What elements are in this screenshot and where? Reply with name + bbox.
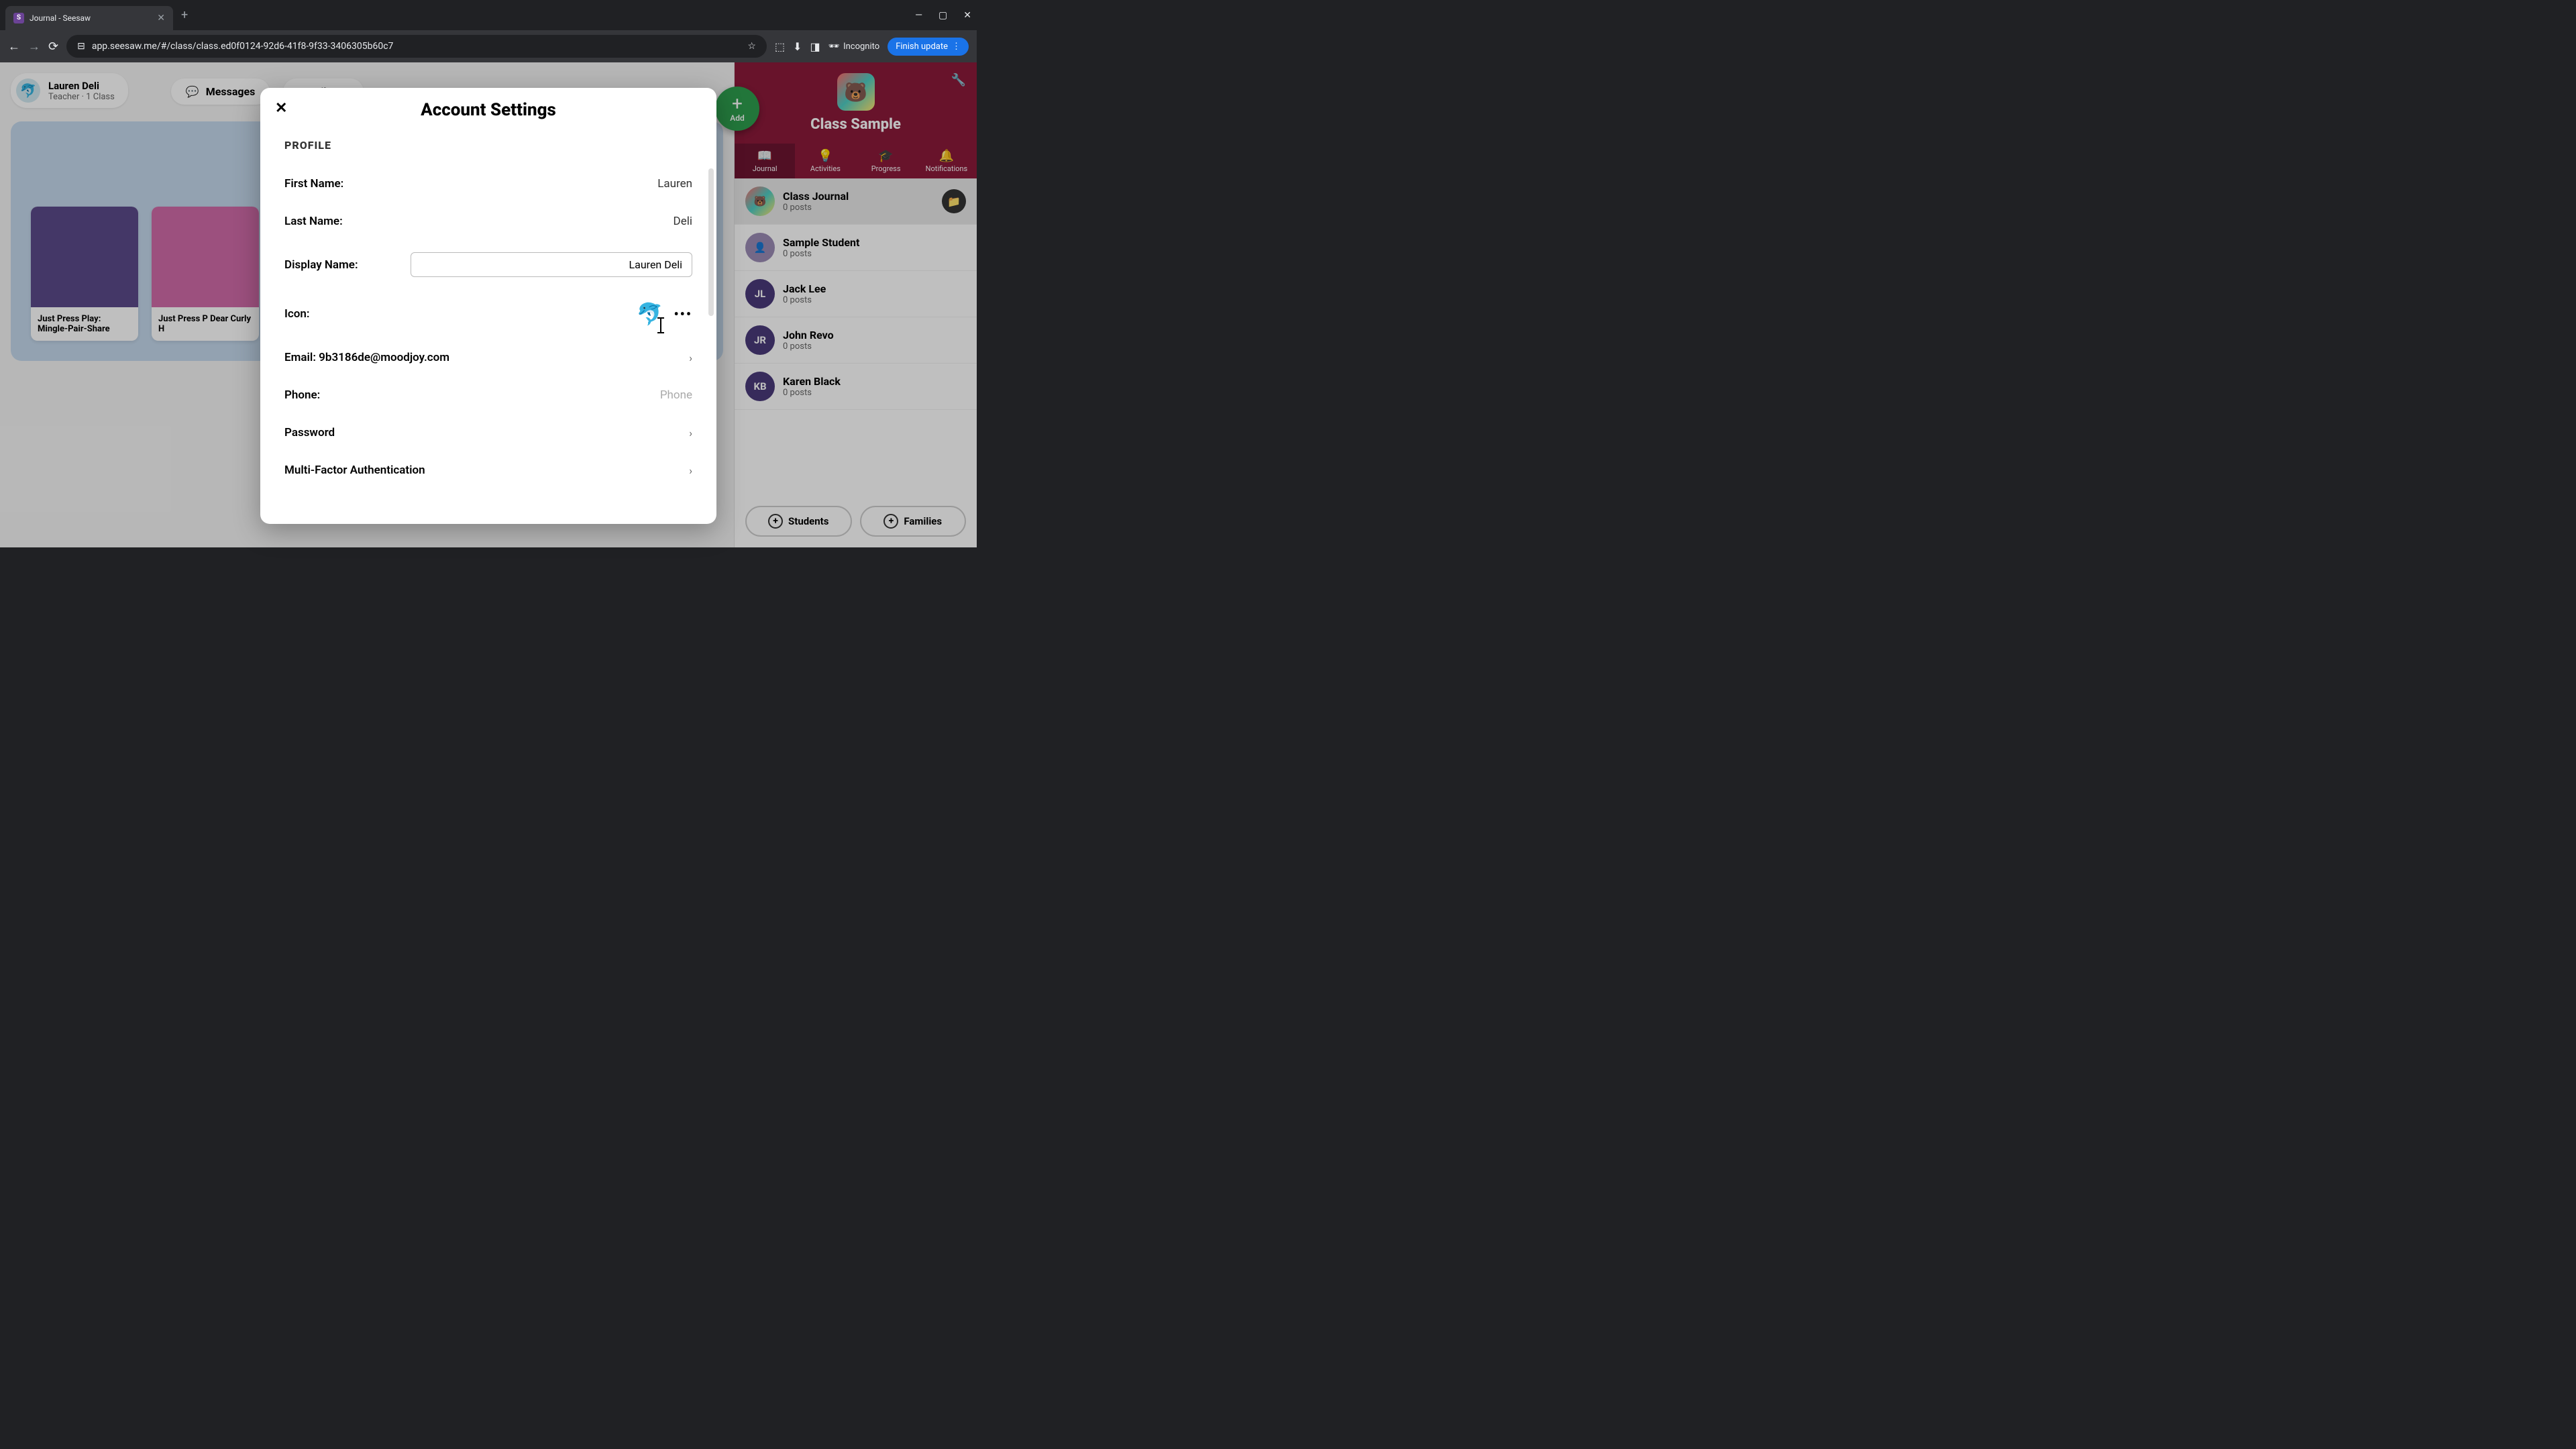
browser-toolbar: ← → ⟳ ⊟ app.seesaw.me/#/class/class.ed0f…: [0, 30, 977, 62]
display-name-input[interactable]: [411, 252, 692, 277]
window-controls: — ▢ ✕: [915, 10, 971, 21]
close-tab-icon[interactable]: ✕: [157, 13, 165, 23]
seesaw-favicon: S: [13, 13, 24, 23]
text-cursor: [660, 317, 661, 333]
downloads-icon[interactable]: ⬇: [793, 40, 802, 53]
menu-dots-icon: ⋮: [952, 42, 961, 52]
forward-button[interactable]: →: [28, 40, 40, 54]
modal-body: PROFILE First Name: Lauren Last Name: De…: [260, 132, 716, 524]
maximize-icon[interactable]: ▢: [938, 10, 947, 21]
finish-update-button[interactable]: Finish update ⋮: [888, 38, 969, 56]
first-name-row[interactable]: First Name: Lauren: [284, 165, 692, 203]
phone-row[interactable]: Phone: Phone: [284, 376, 692, 414]
browser-tab-strip: S Journal - Seesaw ✕ + — ▢ ✕: [0, 0, 977, 30]
icon-row[interactable]: Icon: 🐬 •••: [284, 289, 692, 339]
site-info-icon[interactable]: ⊟: [77, 41, 85, 52]
address-bar[interactable]: ⊟ app.seesaw.me/#/class/class.ed0f0124-9…: [66, 35, 767, 58]
first-name-value: Lauren: [657, 177, 692, 191]
side-panel-icon[interactable]: ◨: [810, 40, 820, 53]
incognito-indicator[interactable]: 🕶 Incognito: [828, 42, 880, 52]
phone-placeholder: Phone: [660, 388, 692, 402]
display-name-row: Display Name:: [284, 240, 692, 289]
more-options-icon[interactable]: •••: [674, 306, 692, 322]
chevron-right-icon: ›: [689, 352, 692, 364]
password-row[interactable]: Password ›: [284, 414, 692, 451]
back-button[interactable]: ←: [8, 40, 20, 54]
browser-tab[interactable]: S Journal - Seesaw ✕: [5, 6, 173, 30]
profile-section-title: PROFILE: [284, 139, 692, 152]
url-text: app.seesaw.me/#/class/class.ed0f0124-92d…: [92, 41, 394, 52]
profile-icon-preview: 🐬: [637, 301, 663, 327]
chevron-right-icon: ›: [689, 464, 692, 477]
extensions-icon[interactable]: ⬚: [775, 40, 785, 53]
tab-title: Journal - Seesaw: [30, 13, 152, 23]
mfa-row[interactable]: Multi-Factor Authentication ›: [284, 451, 692, 489]
incognito-icon: 🕶: [828, 42, 840, 52]
bookmark-icon[interactable]: ☆: [747, 41, 756, 52]
reload-button[interactable]: ⟳: [48, 40, 58, 54]
email-row[interactable]: Email: 9b3186de@moodjoy.com ›: [284, 339, 692, 376]
last-name-row[interactable]: Last Name: Deli: [284, 203, 692, 240]
account-settings-modal: ✕ Account Settings PROFILE First Name: L…: [260, 88, 716, 524]
chevron-right-icon: ›: [689, 427, 692, 439]
last-name-value: Deli: [674, 215, 692, 228]
close-window-icon[interactable]: ✕: [963, 10, 971, 21]
close-modal-button[interactable]: ✕: [275, 100, 287, 117]
new-tab-button[interactable]: +: [181, 8, 188, 22]
minimize-icon[interactable]: —: [915, 10, 922, 21]
modal-title: Account Settings: [276, 100, 700, 120]
scrollbar[interactable]: [708, 168, 714, 316]
